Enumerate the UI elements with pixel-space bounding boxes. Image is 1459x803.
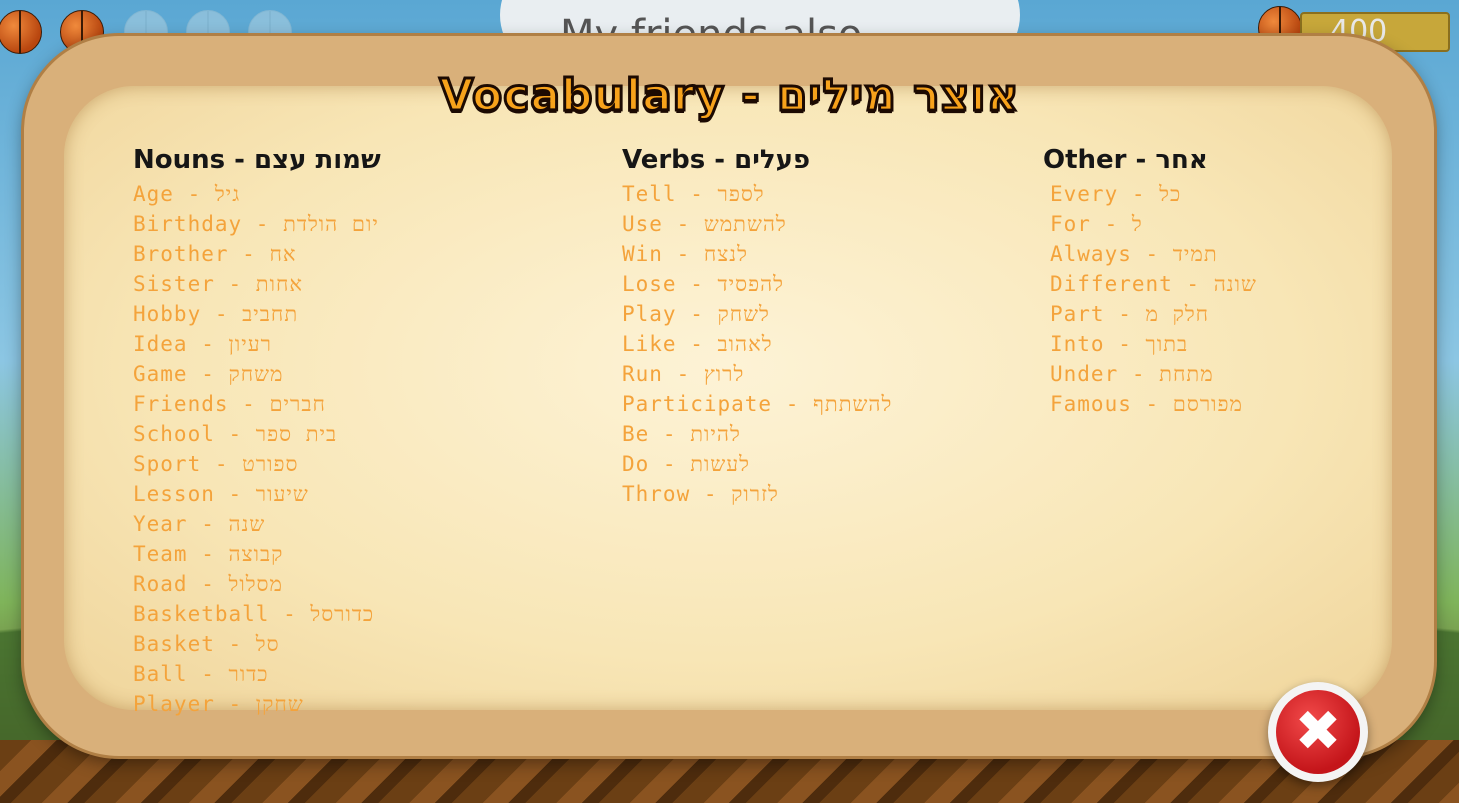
other-column: Other - אחר Every - כל For - ל Always - תמ…	[1043, 145, 1257, 419]
vocabulary-item: Always - תמיד	[1050, 242, 1218, 266]
word-list: Tell - לספר Use - להשתמש Win - לנצח Lose - …	[622, 179, 892, 509]
column-heading: Verbs - פעלים	[622, 145, 811, 175]
vocabulary-item: Win - לנצח	[622, 242, 748, 266]
vocabulary-item: Sport - ספורט	[133, 452, 299, 476]
nouns-column: Nouns - שמות עצם Age - גיל Birthday - יום…	[133, 145, 381, 719]
vocabulary-item: Hobby - תחביב	[133, 302, 299, 326]
vocabulary-item: Do - לעשות	[622, 452, 750, 476]
column-heading: Nouns - שמות עצם	[133, 145, 381, 175]
vocabulary-item: Birthday - יום הולדת	[133, 212, 379, 236]
vocabulary-item: Brother - אח	[133, 242, 297, 266]
column-heading: Other - אחר	[1043, 145, 1208, 175]
vocabulary-item: Idea - רעיון	[133, 332, 272, 356]
vocabulary-item: Under - מתחת	[1050, 362, 1214, 386]
vocabulary-item: Different - שונה	[1050, 272, 1257, 296]
vocabulary-item: Participate - להשתתף	[622, 392, 893, 416]
vocabulary-item: Into - בתוך	[1050, 332, 1189, 356]
panel-title: Vocabulary - אוצר מילים	[438, 69, 1020, 123]
close-x-icon: ✖	[1294, 699, 1342, 764]
vocabulary-item: Play - לשחק	[622, 302, 770, 326]
vocabulary-item: Every - כל	[1050, 182, 1182, 206]
vocabulary-item: Game - משחק	[133, 362, 284, 386]
vocabulary-item: Like - לאהוב	[622, 332, 773, 356]
vocabulary-item: Lesson - שיעור	[133, 482, 309, 506]
vocabulary-item: Year - שנה	[133, 512, 266, 536]
vocabulary-item: Be - להיות	[622, 422, 741, 446]
vocabulary-item: Lose - להפסיד	[622, 272, 784, 296]
vocabulary-item: Friends - חברים	[133, 392, 326, 416]
vocabulary-item: School - בית ספר	[133, 422, 338, 446]
vocabulary-item: Part - חלק מ	[1050, 302, 1210, 326]
vocabulary-item: Team - קבוצה	[133, 542, 284, 566]
word-list: Every - כל For - ל Always - תמיד Different …	[1043, 179, 1257, 419]
vocabulary-item: Age - גיל	[133, 182, 241, 206]
word-list: Age - גיל Birthday - יום הולדת Brother - א…	[133, 179, 381, 719]
vocabulary-item: Player - שחקן	[133, 692, 304, 716]
vocabulary-item: Road - מסלול	[133, 572, 283, 596]
verbs-column: Verbs - פעלים Tell - לספר Use - להשתמש Win…	[622, 145, 892, 509]
vocabulary-item: Sister - אחות	[133, 272, 304, 296]
close-button[interactable]: ✖	[1268, 682, 1368, 782]
vocabulary-item: Famous - מפורסם	[1050, 392, 1243, 416]
basketball-life-icon	[0, 10, 42, 54]
vocabulary-item: Ball - כדור	[133, 662, 269, 686]
vocabulary-item: Throw - לזרוק	[622, 482, 779, 506]
vocabulary-item: Basketball - כדורסל	[133, 602, 375, 626]
vocabulary-item: Run - לרוץ	[622, 362, 745, 386]
vocabulary-item: For - ל	[1050, 212, 1143, 236]
close-button-face[interactable]: ✖	[1276, 690, 1360, 774]
vocabulary-item: Tell - לספר	[622, 182, 765, 206]
vocabulary-item: Basket - סל	[133, 632, 280, 656]
vocabulary-item: Use - להשתמש	[622, 212, 787, 236]
